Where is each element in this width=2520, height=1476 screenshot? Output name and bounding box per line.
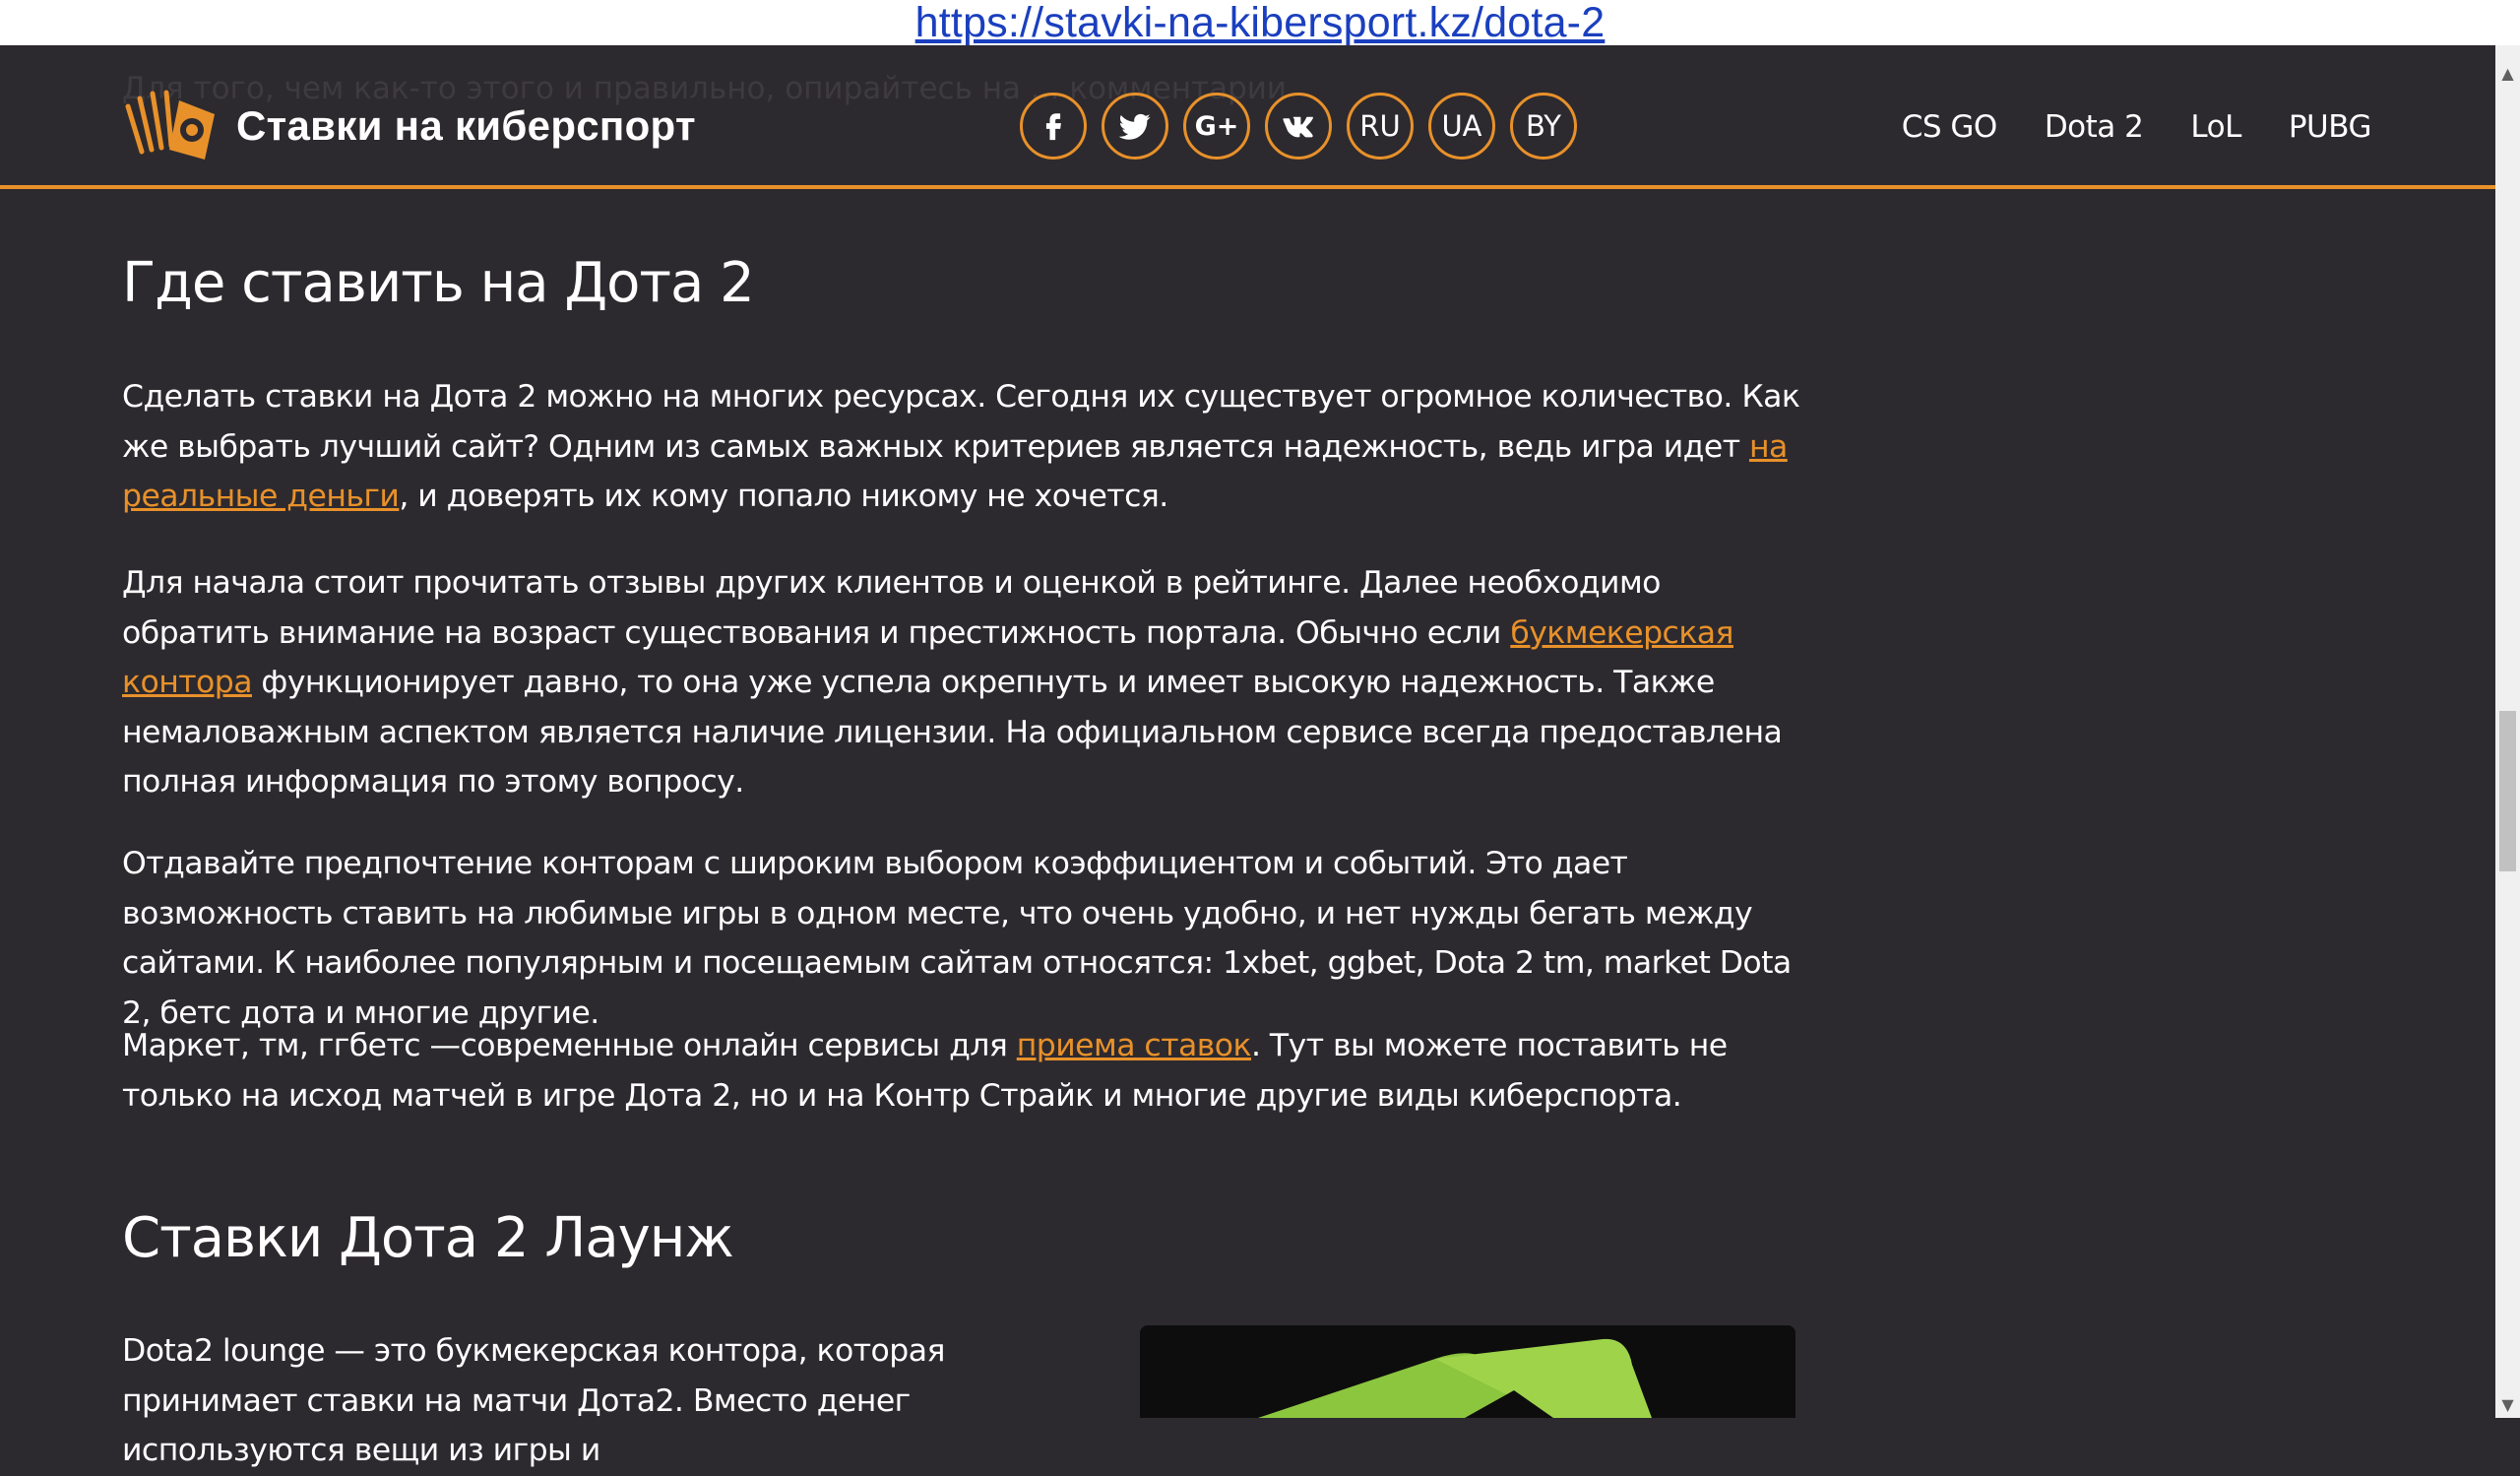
paragraph-2-text-end: функционирует давно, то она уже успела о… (122, 665, 1783, 800)
paragraph-4-text: Маркет, тм, ггбетс —современные онлайн с… (122, 1028, 1017, 1063)
google-plus-button[interactable]: G+ (1183, 93, 1250, 160)
nav-pubg[interactable]: PUBG (2289, 102, 2372, 152)
main-nav: CS GO Dota 2 LoL PUBG (1902, 102, 2372, 152)
page-scrollbar[interactable]: ▲ ▼ (2495, 45, 2520, 1418)
nav-dota-2[interactable]: Dota 2 (2045, 102, 2144, 152)
twitter-icon (1118, 113, 1151, 140)
site-header: Для того, чем как-то этого и правильно, … (0, 45, 2495, 189)
paragraph-4: Маркет, тм, ггбетс —современные онлайн с… (122, 1021, 1805, 1121)
scroll-thumb[interactable] (2499, 711, 2516, 871)
google-plus-icon: G+ (1194, 110, 1239, 142)
lang-ua-button[interactable]: UA (1428, 93, 1495, 160)
dota-lounge-image (1140, 1325, 1796, 1418)
cards-logo-icon (125, 90, 215, 160)
bet-acceptance-link[interactable]: приема ставок (1017, 1028, 1252, 1063)
site-logo[interactable]: Ставки на киберспорт (120, 87, 696, 165)
nav-lol[interactable]: LoL (2190, 102, 2241, 152)
nav-cs-go[interactable]: CS GO (1902, 102, 1998, 152)
lounge-logo-graphic (1258, 1338, 1652, 1418)
page-url-link[interactable]: https://stavki-na-kibersport.kz/dota-2 (915, 0, 1606, 45)
paragraph-1: Сделать ставки на Дота 2 можно на многих… (122, 372, 1805, 522)
paragraph-3: Отдавайте предпочтение конторам с широки… (122, 846, 1792, 1031)
lang-by-button[interactable]: BY (1510, 93, 1577, 160)
facebook-button[interactable] (1020, 93, 1087, 160)
paragraph-5: Dota2 lounge — это букмекерская контора,… (122, 1333, 945, 1468)
paragraph-2: Для начала стоит прочитать отзывы других… (122, 558, 1805, 807)
section-title-where-to-bet: Где ставить на Дота 2 (122, 251, 755, 315)
scroll-up-icon[interactable]: ▲ (2495, 59, 2520, 87)
facebook-icon (1045, 113, 1061, 141)
section-title-dota-lounge: Ставки Дота 2 Лаунж (122, 1206, 734, 1270)
paragraph-1-text: Сделать ставки на Дота 2 можно на многих… (122, 379, 1800, 465)
site-logo-text: Ставки на киберспорт (236, 102, 696, 149)
social-links: G+ RU UA BY (1020, 93, 1577, 160)
twitter-button[interactable] (1102, 93, 1168, 160)
vk-icon (1283, 116, 1313, 138)
scroll-down-icon[interactable]: ▼ (2495, 1390, 2520, 1418)
url-banner: https://stavki-na-kibersport.kz/dota-2 (0, 0, 2520, 45)
paragraph-2-text: Для начала стоит прочитать отзывы других… (122, 565, 1661, 651)
paragraph-1-text-end: , и доверять их кому попало никому не хо… (399, 479, 1168, 514)
lang-ru-button[interactable]: RU (1347, 93, 1414, 160)
vk-button[interactable] (1265, 93, 1332, 160)
